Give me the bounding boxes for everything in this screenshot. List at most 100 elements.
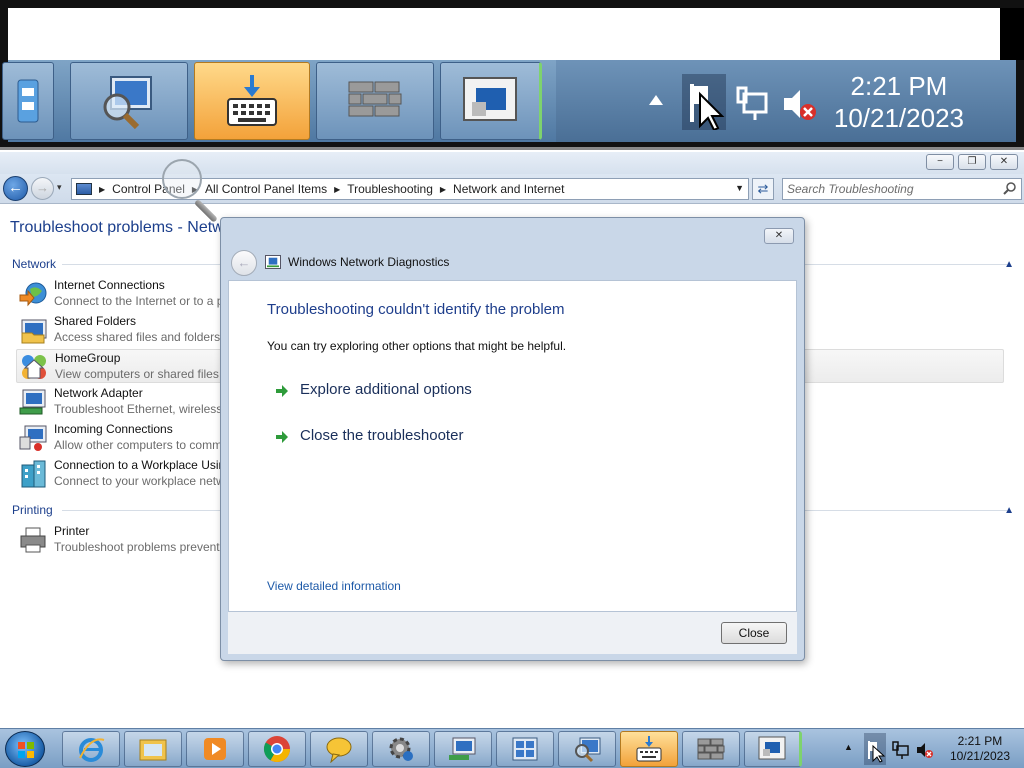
magnified-clock: 2:21 PM 10/21/2023 — [834, 70, 964, 134]
item-description: Connect to the Internet or to a p — [54, 294, 224, 308]
recent-pages-button[interactable]: ▾ — [57, 182, 62, 193]
taskbar-chrome[interactable] — [248, 731, 306, 767]
taskbar-network-diagnostics[interactable] — [558, 731, 616, 767]
close-troubleshooter-label[interactable]: Close the troubleshooter — [300, 427, 463, 444]
taskbar-network-app[interactable] — [434, 731, 492, 767]
magnified-network-diagnostics-button — [70, 62, 188, 140]
view-detailed-info-link[interactable]: View detailed information — [267, 579, 401, 593]
incoming-connections-icon — [19, 425, 47, 451]
brick-wall-icon — [697, 738, 725, 760]
taskbar-clock-date: 10/21/2023 — [949, 749, 1010, 763]
brick-wall-icon — [348, 81, 402, 117]
item-title[interactable]: Incoming Connections — [54, 422, 173, 436]
dialog-content: Troubleshooting couldn't identify the pr… — [228, 280, 797, 612]
monitor-magnifier-icon — [575, 737, 601, 763]
breadcrumb-separator[interactable]: ▶ — [437, 185, 449, 194]
control-panel-icon — [76, 183, 92, 195]
shared-folder-icon — [21, 319, 47, 344]
item-title[interactable]: Shared Folders — [54, 314, 136, 328]
magnified-edge — [1000, 8, 1024, 60]
collapse-network-button[interactable]: ▲ — [1004, 259, 1014, 270]
magnified-taskbar: 2:21 PM 10/21/2023 — [2, 60, 1016, 142]
workplace-building-icon — [21, 460, 46, 488]
taskbar-media-player[interactable] — [186, 731, 244, 767]
action-center-flag-icon — [690, 84, 725, 130]
taskbar-onscreen-keyboard[interactable] — [620, 731, 678, 767]
network-diagnostics-dialog: ✕ ← Windows Network Diagnostics Troubles… — [220, 217, 805, 661]
action-center-flag-icon[interactable] — [866, 739, 886, 763]
system-tray: ▲ 2:21 PM 10/21/2023 — [842, 729, 1024, 768]
close-button[interactable]: Close — [721, 622, 787, 644]
control-panel-icon — [512, 737, 538, 761]
dialog-footer: Close — [228, 612, 797, 654]
network-icon[interactable] — [892, 741, 910, 759]
page-title: Troubleshoot problems - Netw — [10, 219, 224, 236]
speech-bubble-icon — [326, 737, 352, 763]
maximize-button[interactable]: ❐ — [958, 154, 986, 170]
show-hidden-icons-icon — [649, 95, 663, 105]
monitor-window-icon — [463, 77, 517, 121]
magnifier-lens-icon — [162, 159, 202, 199]
breadcrumb-all-items[interactable]: All Control Panel Items — [201, 182, 331, 196]
magnified-system-tray: 2:21 PM 10/21/2023 — [556, 60, 1016, 142]
show-hidden-icons-button[interactable]: ▲ — [844, 742, 853, 752]
windows-logo-icon — [18, 742, 34, 758]
minimize-button[interactable]: − — [926, 154, 954, 170]
search-icon[interactable] — [1003, 181, 1017, 195]
keyboard-icon — [227, 75, 277, 126]
network-adapter-icon — [19, 389, 46, 415]
taskbar-firewall[interactable] — [682, 731, 740, 767]
dialog-back-button[interactable]: ← — [231, 250, 257, 276]
printer-icon — [20, 527, 46, 553]
magnifier-view: 2:21 PM 10/21/2023 — [0, 0, 1024, 150]
homegroup-icon — [22, 355, 46, 379]
taskbar-control-panel[interactable] — [496, 731, 554, 767]
start-button[interactable] — [5, 731, 45, 767]
breadcrumb-separator[interactable]: ▶ — [331, 185, 343, 194]
taskbar-windows-explorer[interactable] — [124, 731, 182, 767]
taskbar-settings-app[interactable] — [372, 731, 430, 767]
item-description: Troubleshoot problems prevent — [54, 540, 220, 554]
navigation-bar: ← → ▾ ▶ Control Panel ▶ All Control Pane… — [0, 174, 1024, 204]
item-title[interactable]: Connection to a Workplace Usin — [54, 458, 225, 472]
magnified-control-panel-button — [2, 62, 54, 140]
item-title[interactable]: Internet Connections — [54, 278, 165, 292]
gear-icon — [389, 737, 413, 761]
breadcrumb-separator[interactable]: ▶ — [96, 185, 108, 194]
control-panel-icon — [17, 79, 39, 123]
dialog-title: Windows Network Diagnostics — [288, 255, 450, 269]
search-box[interactable] — [782, 178, 1022, 200]
item-title[interactable]: Network Adapter — [54, 386, 143, 400]
item-title[interactable]: HomeGroup — [55, 351, 120, 365]
taskbar-clock[interactable]: 2:21 PM 10/21/2023 — [950, 734, 1010, 764]
explore-options-label[interactable]: Explore additional options — [300, 381, 472, 398]
taskbar-clock-time: 2:21 PM — [957, 734, 1003, 748]
dialog-close-icon[interactable]: ✕ — [764, 228, 794, 244]
volume-muted-icon — [784, 90, 816, 120]
monitor-window-icon — [758, 736, 786, 760]
media-player-icon — [204, 738, 226, 760]
breadcrumb-network-internet[interactable]: Network and Internet — [449, 182, 568, 196]
taskbar-chat-app[interactable] — [310, 731, 368, 767]
back-button[interactable]: ← — [3, 176, 28, 201]
breadcrumb-troubleshooting[interactable]: Troubleshooting — [343, 182, 437, 196]
forward-button[interactable]: → — [31, 177, 54, 200]
monitor-magnifier-icon — [103, 76, 152, 130]
section-heading-network: Network — [12, 257, 57, 271]
window-title-bar: − ❐ ✕ — [0, 152, 1024, 174]
address-dropdown-button[interactable]: ▼ — [735, 183, 744, 193]
taskbar-remote-desktop[interactable] — [744, 731, 802, 767]
search-input[interactable] — [783, 179, 993, 199]
item-description: Troubleshoot Ethernet, wireless, — [54, 402, 226, 416]
taskbar-internet-explorer[interactable] — [62, 731, 120, 767]
green-arrow-icon — [276, 431, 288, 443]
item-title[interactable]: Printer — [54, 524, 89, 538]
section-heading-printing: Printing — [12, 503, 53, 517]
volume-muted-icon[interactable] — [916, 741, 934, 759]
dialog-subtext: You can try exploring other options that… — [267, 339, 567, 353]
collapse-printing-button[interactable]: ▲ — [1004, 505, 1014, 516]
network-icon — [736, 86, 768, 120]
green-arrow-icon — [276, 385, 288, 397]
close-window-button[interactable]: ✕ — [990, 154, 1018, 170]
refresh-button[interactable]: ⇄ — [752, 178, 774, 200]
